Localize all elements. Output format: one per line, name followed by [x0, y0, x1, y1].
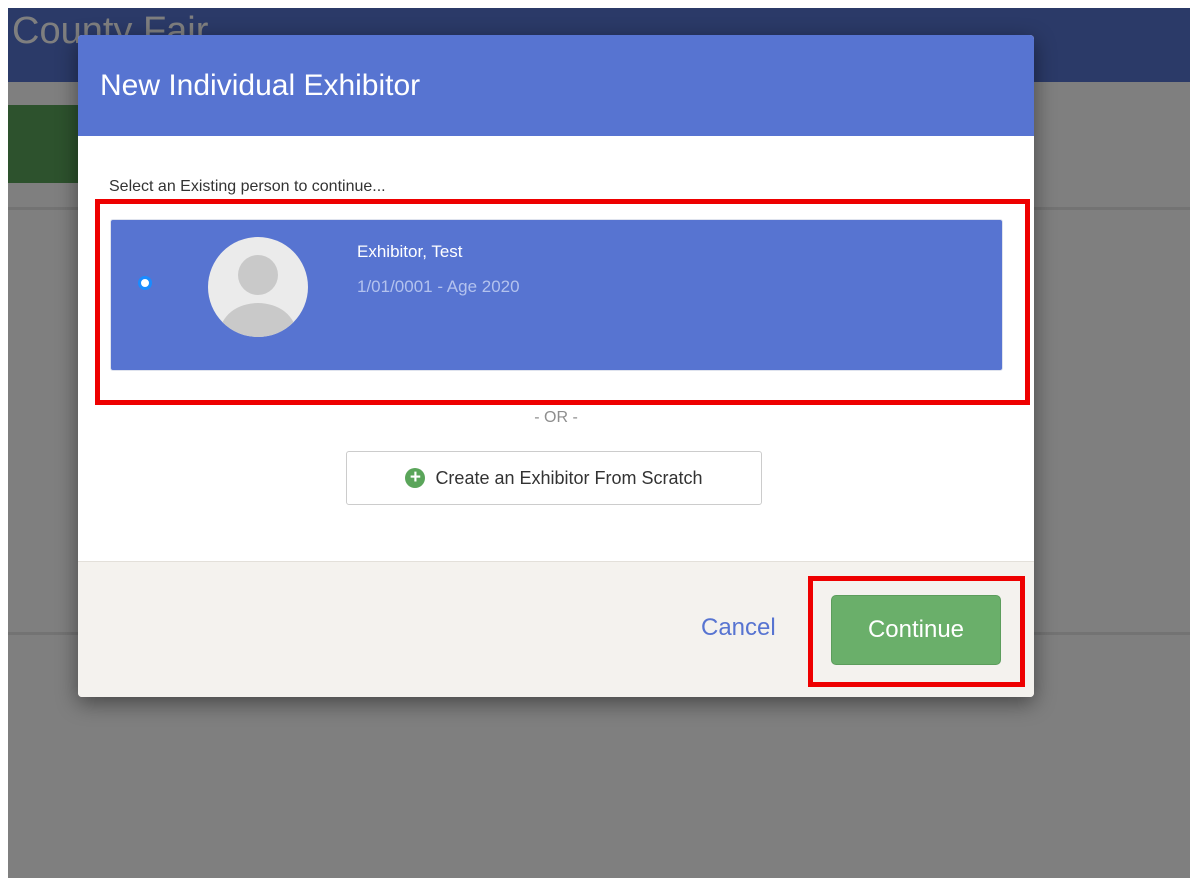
existing-person-option[interactable]: Exhibitor, Test 1/01/0001 - Age 2020 — [110, 219, 1003, 371]
person-radio[interactable] — [138, 276, 152, 290]
avatar-head — [238, 255, 278, 295]
continue-button[interactable]: Continue — [831, 595, 1001, 665]
plus-circle-icon: + — [405, 468, 426, 488]
new-exhibitor-modal: New Individual Exhibitor Select an Exist… — [78, 35, 1034, 697]
person-name: Exhibitor, Test — [357, 242, 463, 261]
cancel-link[interactable]: Cancel — [701, 614, 776, 642]
instruction-text: Select an Existing person to continue... — [109, 178, 386, 195]
avatar — [208, 237, 308, 337]
avatar-shoulders — [220, 303, 296, 337]
create-exhibitor-button[interactable]: + Create an Exhibitor From Scratch — [346, 451, 762, 505]
modal-header: New Individual Exhibitor — [78, 35, 1034, 136]
or-divider: - OR - — [534, 409, 578, 426]
create-exhibitor-label: Create an Exhibitor From Scratch — [435, 467, 703, 488]
person-details: 1/01/0001 - Age 2020 — [357, 277, 520, 296]
modal-title: New Individual Exhibitor — [100, 69, 421, 102]
modal-footer: Cancel Continue — [78, 561, 1034, 697]
